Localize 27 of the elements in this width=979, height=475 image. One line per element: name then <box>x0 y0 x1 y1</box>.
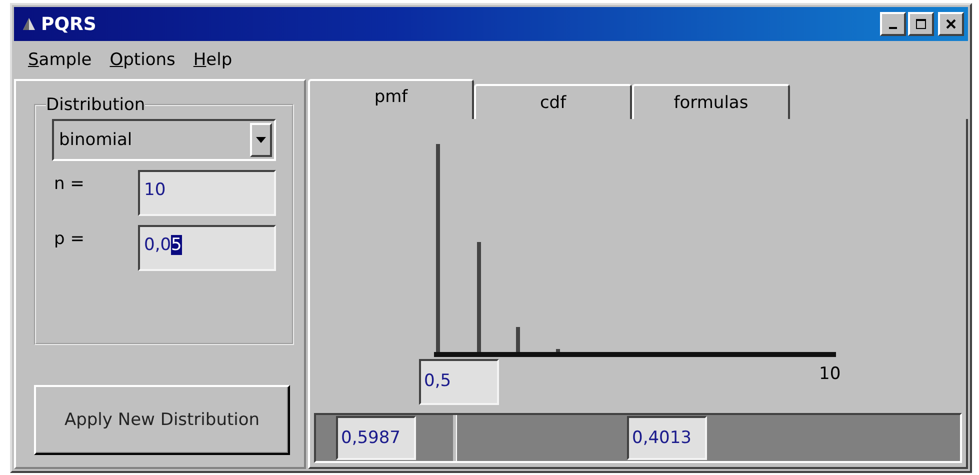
group-label: Distribution <box>46 95 146 115</box>
cutoff-field[interactable]: 0,5 <box>419 359 499 405</box>
probability-field: 0,5987 <box>336 416 416 460</box>
input-field[interactable]: 10 <box>138 170 276 216</box>
window-title: PQRS <box>41 14 98 34</box>
tab[interactable]: cdf <box>474 84 632 119</box>
distribution-dropdown[interactable]: binomial <box>52 119 276 161</box>
minimize-icon <box>889 27 897 29</box>
input-field[interactable]: 0,05 <box>138 225 276 271</box>
probability-field: 0,4013 <box>627 416 707 460</box>
menu-item[interactable]: Options <box>110 50 176 70</box>
menu-item[interactable]: Help <box>193 50 232 70</box>
maximize-icon <box>914 17 928 31</box>
maximize-button[interactable] <box>908 12 934 36</box>
close-icon <box>944 17 958 31</box>
tab[interactable]: formulas <box>632 84 790 119</box>
parameter-label: n = <box>53 173 86 194</box>
menu-item[interactable]: Sample <box>28 50 92 70</box>
apply-button[interactable]: Apply New Distribution <box>34 385 290 455</box>
triangle-icon <box>22 17 36 31</box>
tab[interactable]: pmf <box>308 79 474 119</box>
minimize-button[interactable] <box>880 12 906 36</box>
close-button[interactable] <box>938 12 964 36</box>
parameter-label: p = <box>53 228 86 249</box>
pmf-bar <box>516 327 520 354</box>
dropdown-arrow-icon <box>256 137 266 143</box>
axis-label: 10 <box>819 364 841 384</box>
